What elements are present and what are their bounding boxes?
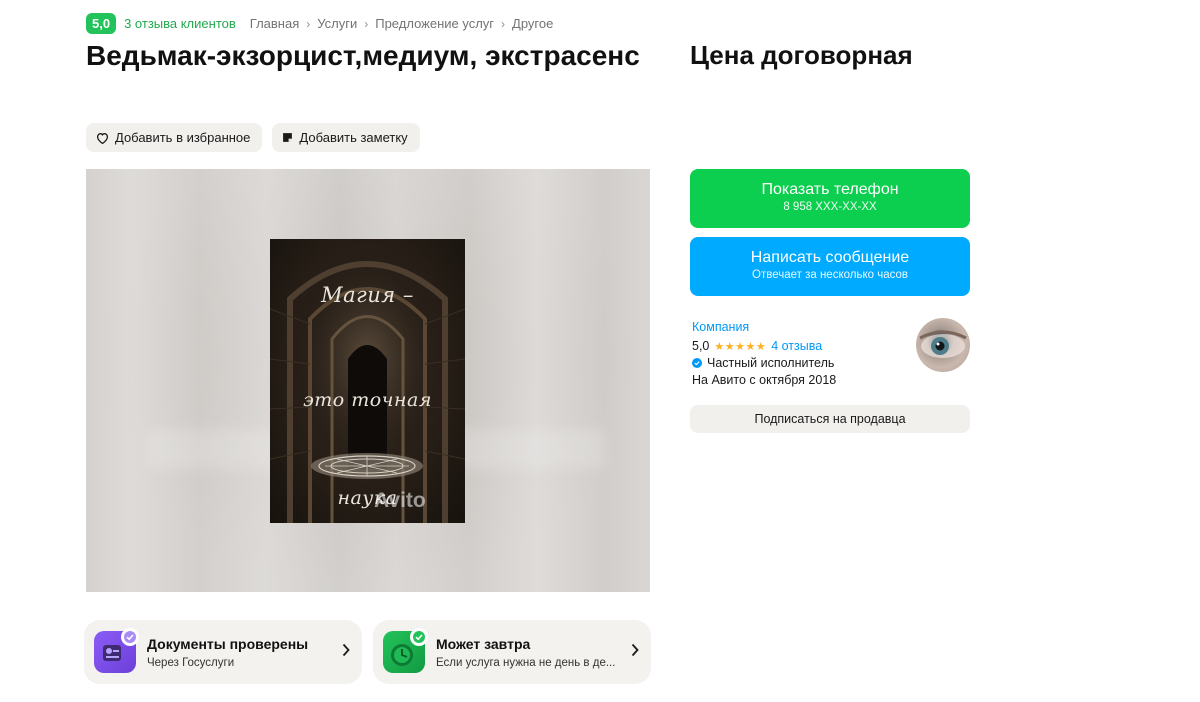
avito-watermark: Avito — [374, 489, 426, 512]
poster-text-line-2: это точная — [303, 389, 432, 411]
seller-rating-value: 5,0 — [692, 339, 710, 353]
header-meta: 5,0 3 отзыва клиентов Главная › Услуги ›… — [86, 13, 553, 34]
chevron-right-icon — [631, 643, 639, 662]
chevron-right-icon: › — [306, 16, 311, 31]
add-note-label: Добавить заметку — [299, 130, 408, 145]
seller-badge-label: Частный исполнитель — [707, 356, 835, 370]
photo-gallery[interactable]: Магия – это точная наука Avito — [86, 169, 650, 592]
seller-since: На Авито с октября 2018 — [692, 373, 837, 387]
listing-actions: Добавить в избранное Добавить заметку — [86, 123, 420, 152]
breadcrumb-item-offers[interactable]: Предложение услуг — [375, 16, 494, 31]
reviews-link[interactable]: 3 отзыва клиентов — [124, 16, 236, 31]
price: Цена договорная — [690, 40, 913, 70]
available-tomorrow-card[interactable]: Может завтра Если услуга нужна не день в… — [373, 620, 651, 684]
seller-reviews-link[interactable]: 4 отзыва — [771, 339, 822, 353]
avatar[interactable] — [916, 318, 970, 372]
breadcrumb: Главная › Услуги › Предложение услуг › Д… — [250, 16, 554, 31]
poster-text-line-1: Магия – — [321, 283, 414, 307]
phone-number-masked: 8 958 XXX-XX-XX — [783, 201, 877, 213]
clock-check-icon — [383, 628, 428, 673]
show-phone-button[interactable]: Показать телефон 8 958 XXX-XX-XX — [690, 169, 970, 228]
verified-icon — [692, 358, 702, 368]
add-favorite-label: Добавить в избранное — [115, 130, 251, 145]
response-time: Отвечает за несколько часов — [752, 269, 908, 281]
breadcrumb-item-home[interactable]: Главная — [250, 16, 299, 31]
add-favorite-button[interactable]: Добавить в избранное — [86, 123, 263, 152]
rating-badge: 5,0 — [86, 13, 117, 34]
add-note-button[interactable]: Добавить заметку — [272, 123, 420, 152]
eye-icon — [919, 330, 967, 358]
write-message-label: Написать сообщение — [750, 249, 910, 266]
page-title: Ведьмак-экзорцист,медиум, экстрасенс — [86, 40, 640, 71]
note-icon — [282, 132, 293, 143]
document-check-icon — [94, 628, 139, 673]
breadcrumb-item-services[interactable]: Услуги — [317, 16, 357, 31]
feature-subtitle: Если услуга нужна не день в де... — [436, 657, 616, 669]
chevron-right-icon — [342, 643, 350, 662]
documents-verified-card[interactable]: Документы проверены Через Госуслуги — [84, 620, 362, 684]
subscribe-seller-button[interactable]: Подписаться на продавца — [690, 405, 970, 433]
check-icon — [410, 628, 428, 646]
breadcrumb-item-other[interactable]: Другое — [512, 16, 553, 31]
star-icon: ★★★★★ — [714, 340, 767, 353]
check-icon — [121, 628, 139, 646]
feature-title: Может завтра — [436, 636, 531, 652]
corridor-illustration — [270, 239, 465, 523]
poster-text-line-3: наука — [337, 487, 398, 509]
show-phone-label: Показать телефон — [761, 181, 899, 198]
listing-photo[interactable]: Магия – это точная наука Avito — [270, 239, 465, 523]
feature-title: Документы проверены — [147, 636, 309, 652]
chevron-right-icon: › — [364, 16, 369, 31]
heart-icon — [96, 132, 109, 144]
chevron-right-icon: › — [501, 16, 506, 31]
write-message-button[interactable]: Написать сообщение Отвечает за несколько… — [690, 237, 970, 296]
feature-subtitle: Через Госуслуги — [147, 657, 235, 669]
